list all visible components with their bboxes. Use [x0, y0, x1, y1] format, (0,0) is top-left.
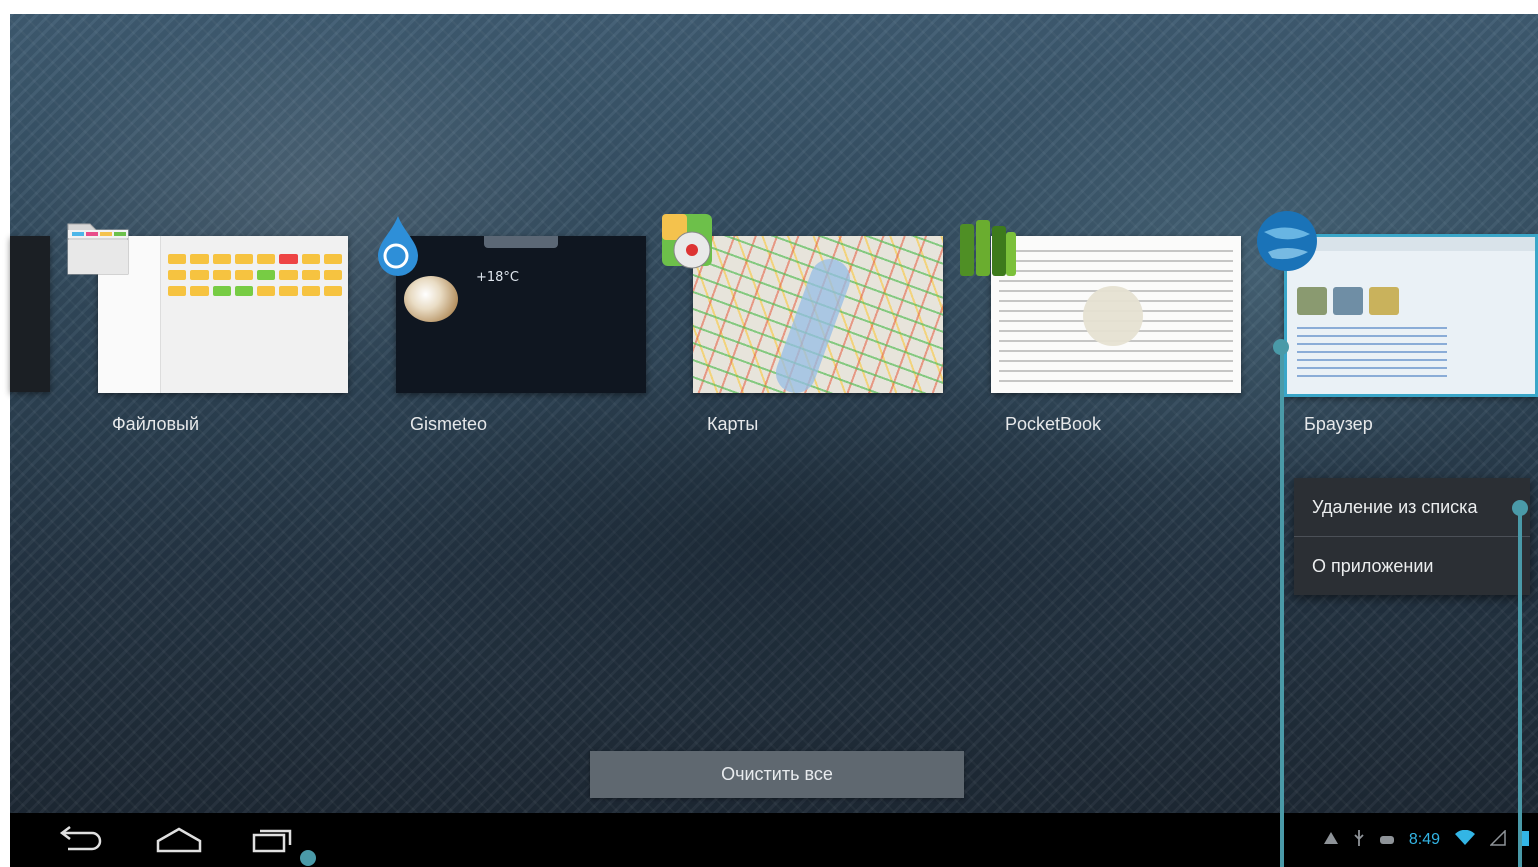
app-label: PocketBook — [1005, 414, 1102, 434]
app-thumbnail[interactable] — [991, 236, 1241, 393]
back-icon[interactable] — [58, 825, 104, 859]
app-label: Gismeteo — [410, 414, 488, 434]
warning-icon — [1323, 831, 1339, 849]
home-icon[interactable] — [154, 825, 204, 859]
app-info-menu-item[interactable]: О приложении — [1294, 537, 1530, 595]
annotation-line — [1518, 508, 1522, 867]
clock: 8:49 — [1408, 831, 1440, 848]
partial-app-thumbnail[interactable] — [10, 236, 50, 392]
app-label: Браузер — [1304, 414, 1373, 434]
books-icon — [956, 218, 1020, 284]
maps-pin-icon — [660, 212, 722, 282]
remove-from-list-menu-item[interactable]: Удаление из списка — [1294, 478, 1530, 536]
globe-icon — [1254, 208, 1320, 278]
usb-icon — [1353, 830, 1365, 850]
app-label: Карты — [707, 414, 759, 434]
annotation-dot — [1512, 500, 1528, 516]
annotation-line — [1280, 347, 1284, 867]
folder-icon — [64, 216, 132, 282]
annotation-dot — [300, 850, 316, 866]
recents-screen — [10, 14, 1538, 867]
app-thumbnail[interactable] — [98, 236, 348, 393]
thumbnail-temperature: +18°C — [476, 270, 520, 285]
app-context-menu: Удаление из списка О приложении — [1294, 478, 1530, 595]
app-thumbnail[interactable]: +18°C — [396, 236, 646, 393]
weather-drop-icon — [374, 214, 422, 284]
signal-icon — [1489, 829, 1506, 850]
system-navigation-bar: 8:49 — [10, 813, 1538, 867]
app-thumbnail[interactable] — [1284, 234, 1538, 397]
status-area[interactable]: 8:49 — [1323, 829, 1530, 851]
app-thumbnail[interactable] — [693, 236, 943, 393]
android-debug-icon — [1379, 831, 1395, 849]
wifi-icon — [1454, 829, 1476, 850]
annotation-dot — [1273, 339, 1289, 355]
clear-all-button[interactable]: Очистить все — [590, 751, 964, 798]
app-label: Файловый — [112, 414, 200, 434]
recent-apps-icon[interactable] — [250, 825, 298, 859]
